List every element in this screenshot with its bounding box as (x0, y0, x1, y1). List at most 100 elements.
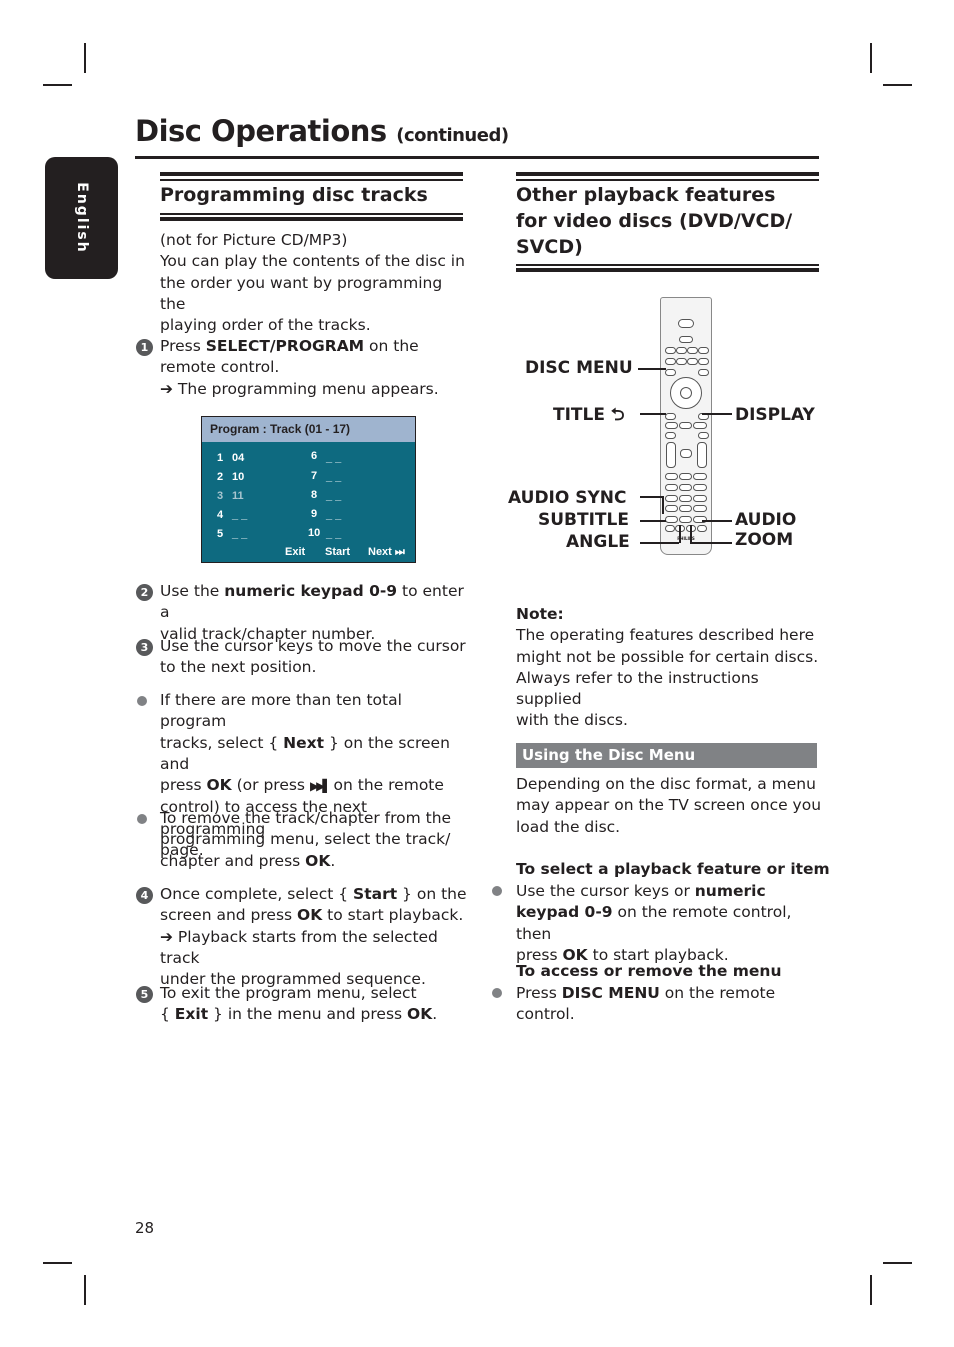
step-text: { (160, 1005, 175, 1024)
heading-rule-bottom-thin (160, 213, 463, 215)
language-tab-label: English (73, 182, 90, 254)
leader-line (640, 413, 666, 415)
slot-value: 10 (232, 471, 245, 483)
bullet-remove-track: To remove the track/chapter from the pro… (160, 808, 470, 872)
section-heading-other-playback: Other playback features for video discs … (516, 182, 819, 260)
slot-value: _ _ (326, 528, 342, 540)
slot-value: _ _ (326, 452, 342, 464)
intro-line: Depending on the disc format, a menu (516, 775, 816, 793)
mode-button (676, 358, 687, 365)
step-emphasis: SELECT/PROGRAM (205, 337, 365, 355)
select-feature-instructions: Use the cursor keys or numeric keypad 0-… (516, 881, 826, 966)
slot-number: 2 (217, 471, 224, 483)
step-number-4: 4 (136, 887, 153, 904)
crop-mark (43, 84, 72, 86)
crop-mark (84, 43, 86, 73)
step-text: screen and press (160, 906, 298, 925)
bullet (137, 814, 147, 824)
crop-mark (43, 1262, 72, 1264)
setup-remote-button (698, 369, 709, 376)
keypad-button (665, 484, 678, 491)
slot-number: 4 (217, 509, 224, 521)
page-title-text: Disc Operations (135, 114, 387, 148)
eject-button (679, 336, 693, 343)
crop-mark (870, 43, 872, 73)
heading-line: SVCD) (516, 236, 583, 258)
step-text: remote control. (160, 358, 280, 377)
step-5: To exit the program menu, select { Exit … (160, 983, 470, 1026)
leader-line (638, 368, 666, 370)
step-text: Use the (160, 582, 225, 600)
keypad-button (679, 495, 692, 502)
title-remote-button (665, 413, 676, 420)
bullet (137, 696, 147, 706)
next-track-icon: ▶▶▌ (309, 779, 332, 794)
volume-rocker (697, 442, 707, 468)
step-emphasis: numeric keypad 0-9 (224, 582, 398, 600)
transport-button (665, 422, 678, 429)
leader-line (690, 542, 732, 544)
slot-value-selected: 11 (232, 490, 244, 502)
note-text: with the discs. (516, 711, 628, 730)
crop-mark (883, 84, 912, 86)
leader-line (702, 413, 732, 415)
remote-brand-logo: PHILIPS (677, 536, 695, 541)
next-button[interactable]: Next ⏭ (368, 546, 405, 559)
heading-rule-bottom (516, 268, 819, 272)
label-zoom: ZOOM (735, 530, 794, 550)
mode-button (687, 358, 698, 365)
label-audio-sync: AUDIO SYNC (508, 488, 627, 508)
keypad-button (679, 473, 692, 480)
heading-rule-top-thin (516, 179, 819, 181)
slot-number: 1 (217, 452, 224, 464)
intro-line: load the disc. (516, 817, 621, 836)
bullet-text: Use the cursor keys or (516, 882, 695, 900)
bullet-emphasis: OK (206, 776, 232, 795)
crop-mark (870, 1275, 872, 1305)
label-subtitle: SUBTITLE (538, 510, 629, 530)
bullet-text: control. (516, 1005, 575, 1024)
disc-menu-intro: Depending on the disc format, a menu may… (516, 774, 826, 838)
label-audio: AUDIO (735, 510, 797, 530)
step-text: } on the (397, 885, 467, 903)
label-angle: ANGLE (566, 532, 630, 552)
label-display: DISPLAY (735, 405, 815, 425)
ok-button (680, 387, 692, 399)
source-button (698, 347, 709, 354)
keypad-button (693, 495, 707, 502)
crop-mark (84, 1275, 86, 1305)
slot-number-selected: 3 (217, 490, 224, 502)
transport-button (679, 422, 692, 429)
step-number-1: 1 (136, 339, 153, 356)
source-button (676, 347, 687, 354)
bullet (492, 988, 502, 998)
mute-button (680, 449, 692, 458)
step-emphasis: Start (353, 885, 398, 903)
bullet-text: programming menu, select the track/ (160, 830, 451, 849)
crop-mark (883, 1262, 912, 1264)
bullet-emphasis: numeric (694, 882, 766, 900)
step-text: . (432, 1005, 438, 1024)
slot-value: _ _ (232, 509, 248, 521)
program-menu-screen: Program : Track (01 - 17) 1 04 2 10 3 11… (201, 416, 416, 563)
access-menu-instructions: Press DISC MENU on the remote control. (516, 983, 826, 1026)
start-button[interactable]: Start (325, 546, 350, 558)
label-title: TITLE ⮌ (553, 405, 625, 425)
exit-button[interactable]: Exit (285, 546, 305, 558)
bullet-text: on the remote (659, 984, 776, 1002)
bullet-text: Press (516, 984, 562, 1002)
audio-sync-remote-button (665, 516, 678, 523)
access-menu-heading: To access or remove the menu (516, 962, 782, 980)
page-title-suffix: (continued) (396, 125, 509, 146)
keypad-button (665, 495, 678, 502)
step-text: } in the menu and press (208, 1005, 408, 1024)
disc-menu-remote-button (665, 369, 676, 376)
leader-line (640, 496, 662, 498)
step-text: to start playback. (322, 906, 464, 925)
bullet-emphasis: DISC MENU (561, 984, 660, 1002)
title-rule (135, 156, 819, 159)
heading-rule-top (160, 172, 463, 176)
slot-number: 10 (308, 527, 321, 539)
note-block: Note: The operating features described h… (516, 604, 826, 732)
label-disc-menu: DISC MENU (525, 358, 633, 378)
